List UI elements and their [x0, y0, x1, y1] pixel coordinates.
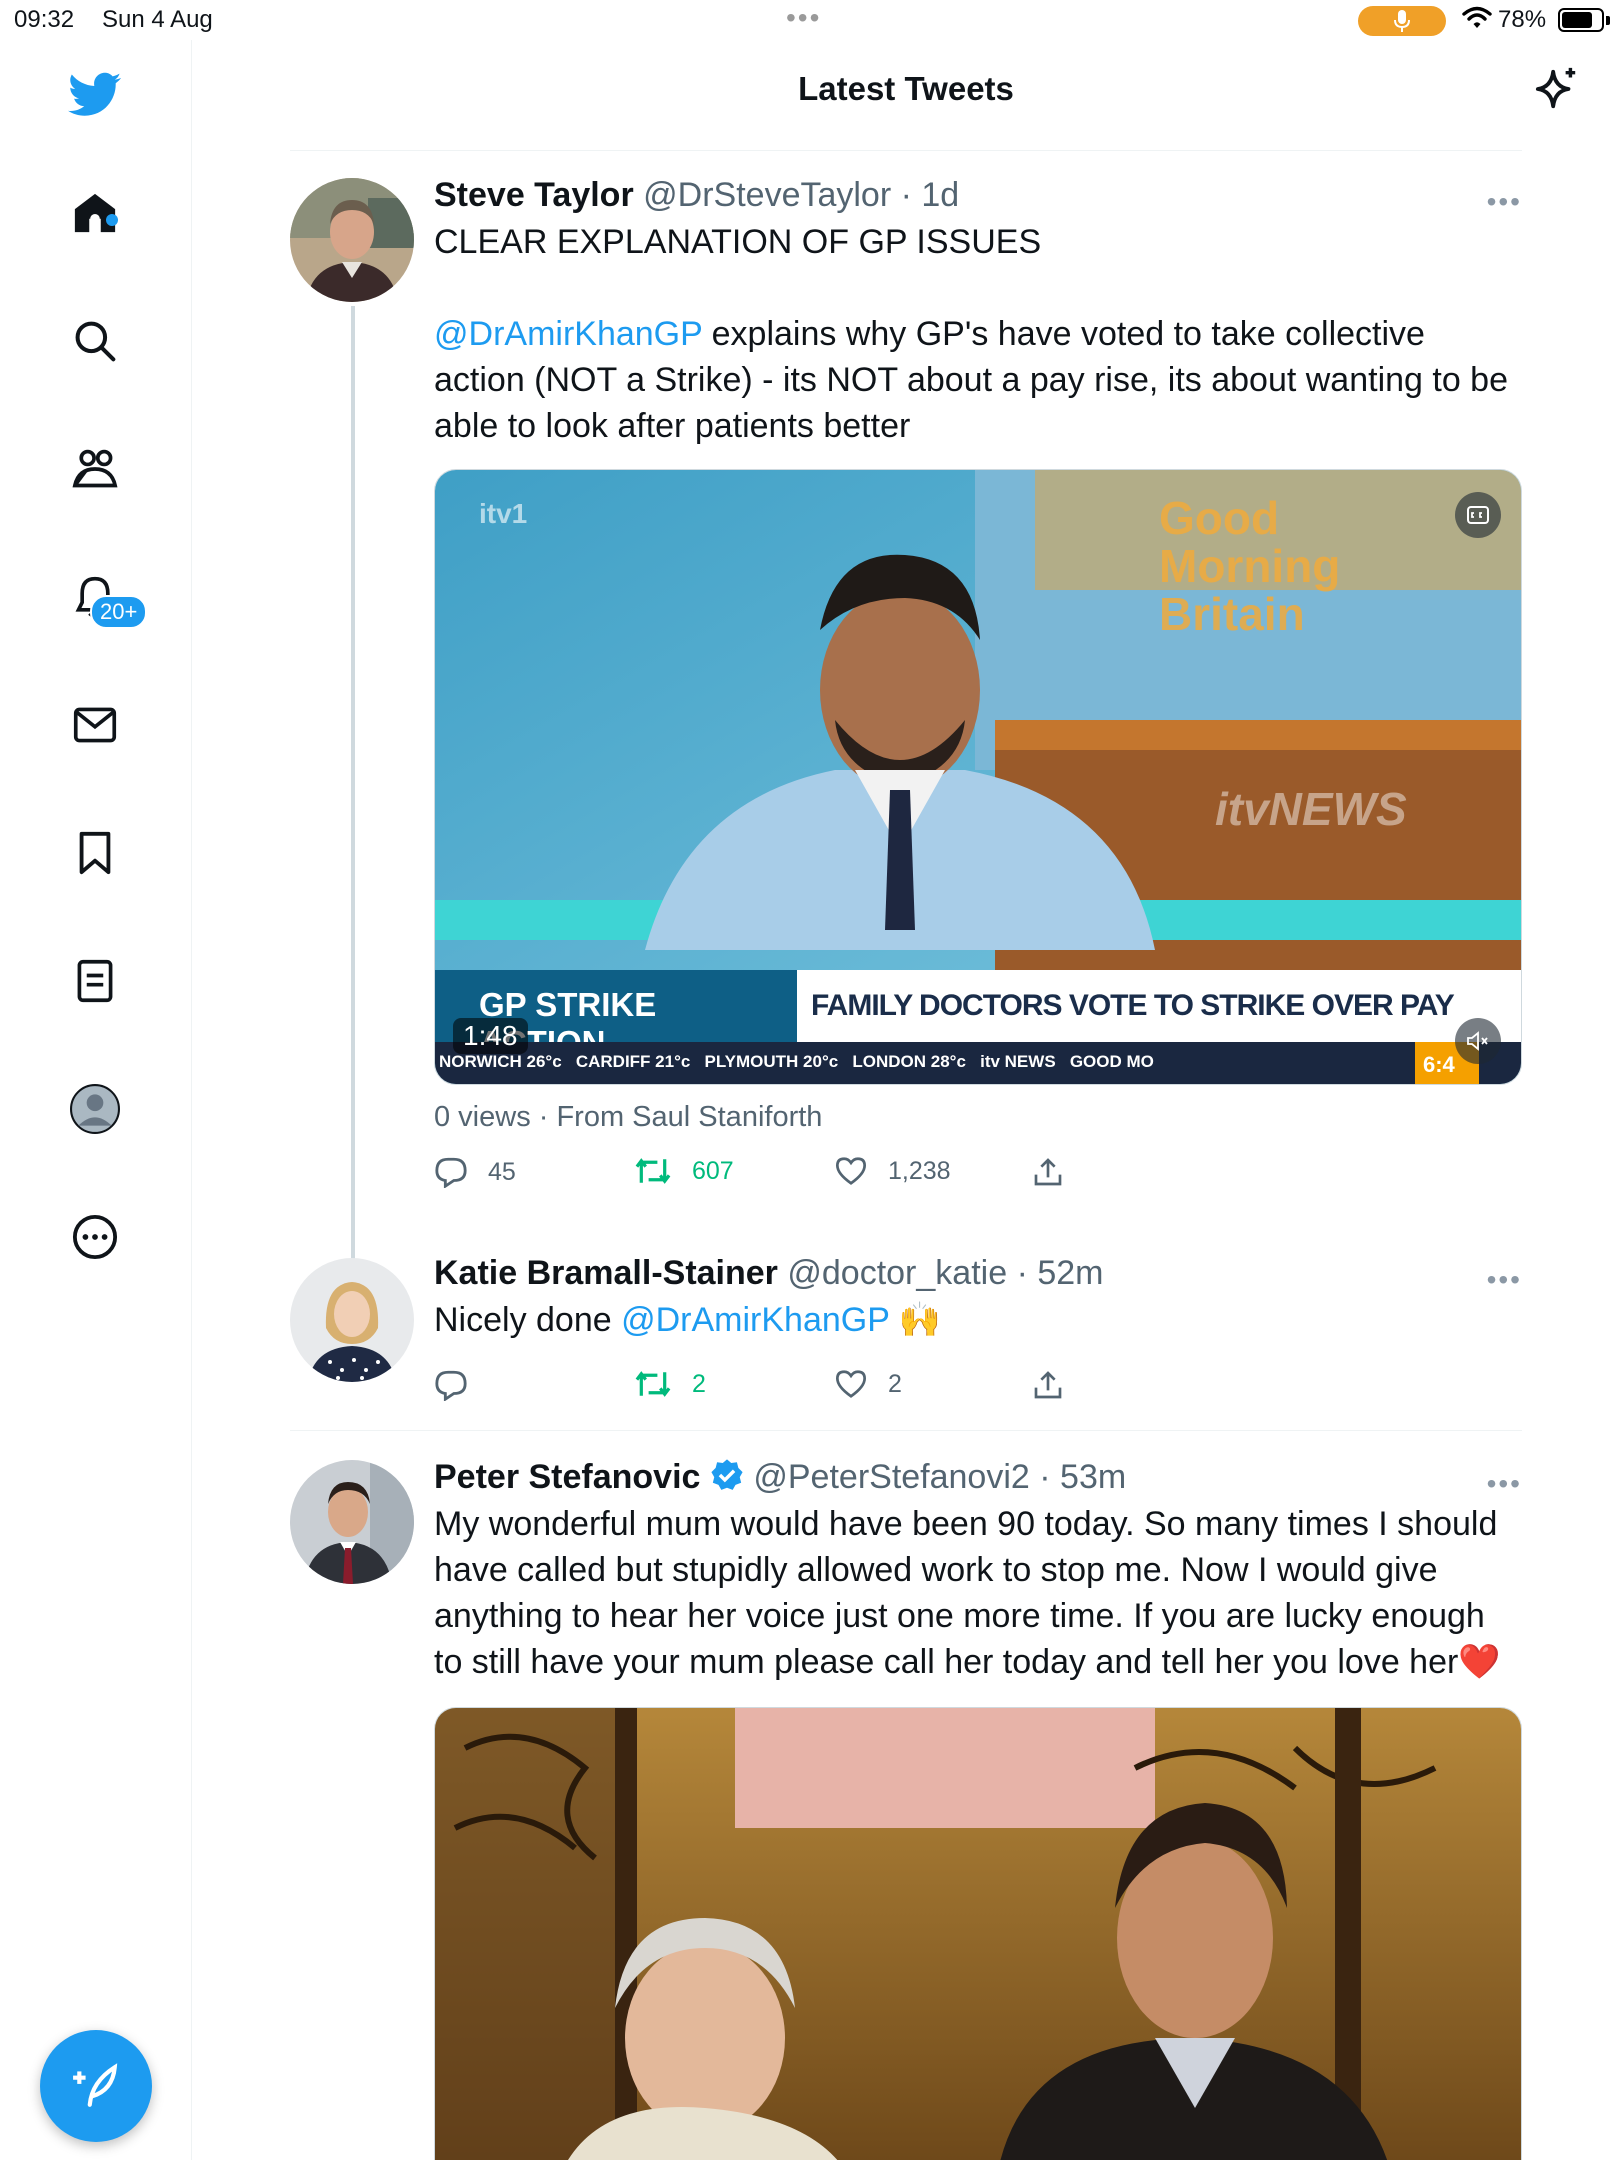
compose-button[interactable] — [40, 2030, 152, 2142]
ticker: NORWICH 26°c CARDIFF 21°c PLYMOUTH 20°c … — [435, 1042, 1521, 1084]
tweet-text: My wonderful mum would have been 90 toda… — [434, 1501, 1514, 1685]
mention-link[interactable]: @DrAmirKhanGP — [434, 315, 702, 353]
retweet-count: 2 — [692, 1369, 706, 1398]
like-count: 2 — [888, 1369, 902, 1398]
microphone-icon — [1394, 10, 1410, 32]
wifi-icon — [1462, 6, 1492, 37]
avatar[interactable] — [290, 178, 414, 302]
author-name[interactable]: Steve Taylor — [434, 176, 634, 214]
tweet-text: CLEAR EXPLANATION OF GP ISSUES @DrAmirKh… — [434, 219, 1522, 449]
verified-badge-icon — [711, 1459, 743, 1490]
author-handle[interactable]: @PeterStefanovi2 — [753, 1458, 1029, 1496]
microphone-indicator — [1358, 6, 1446, 36]
retweet-count: 607 — [692, 1156, 734, 1185]
retweet-button[interactable]: 2 — [634, 1369, 706, 1399]
video-player[interactable]: itv1 Good Morning Britain itvNEWS GP STR… — [434, 469, 1522, 1085]
reply-icon — [435, 1157, 467, 1188]
retweet-icon — [635, 1158, 671, 1184]
status-time: 09:32 — [14, 6, 75, 33]
like-button[interactable]: 1,238 — [834, 1156, 951, 1186]
more-options-icon[interactable]: ••• — [1487, 1264, 1522, 1296]
thread-line — [351, 306, 355, 1274]
tweet-text-body: My wonderful mum would have been 90 toda… — [434, 1505, 1498, 1681]
mute-icon[interactable] — [1455, 1018, 1501, 1064]
tweet-header: Steve Taylor @DrSteveTaylor · 1d — [434, 176, 1522, 215]
multitasking-dots-icon[interactable]: ••• — [786, 2, 821, 34]
twitter-logo-icon[interactable] — [66, 66, 124, 124]
compose-icon — [73, 2063, 118, 2107]
heart-icon — [835, 1370, 867, 1398]
ticker-text: NORWICH 26°c CARDIFF 21°c PLYMOUTH 20°c … — [439, 1052, 1154, 1071]
share-icon — [1034, 1371, 1062, 1399]
status-bar: 09:32 Sun 4 Aug ••• 78% — [0, 0, 1620, 40]
reply-button[interactable] — [434, 1369, 488, 1401]
mail-icon[interactable] — [66, 696, 124, 754]
tweet-time: · 1d — [900, 176, 960, 214]
mention-link[interactable]: @DrAmirKhanGP — [621, 1301, 889, 1339]
tweet-photo[interactable] — [434, 1707, 1522, 2160]
red-heart-emoji: ❤️ — [1458, 1643, 1501, 1681]
tweet-actions: 45 607 1,238 — [434, 1156, 1522, 1204]
battery-percent: 78% — [1498, 6, 1547, 33]
studio-logo: itvNEWS — [1215, 783, 1407, 835]
like-button[interactable]: 2 — [834, 1369, 902, 1399]
like-count: 1,238 — [888, 1156, 951, 1185]
tweet-text: Nicely done @DrAmirKhanGP 🙌 — [434, 1297, 1522, 1343]
tweet-text-line: CLEAR EXPLANATION OF GP ISSUES — [434, 223, 1042, 261]
home-icon[interactable] — [66, 184, 124, 242]
share-button[interactable] — [1032, 1156, 1064, 1188]
photo-content — [435, 1708, 1521, 2160]
share-button[interactable] — [1032, 1369, 1064, 1401]
share-icon — [1034, 1158, 1062, 1186]
channel-logo: itv1 — [479, 498, 528, 529]
show-logo: Good Morning Britain — [1159, 492, 1341, 640]
more-options-icon[interactable]: ••• — [1487, 186, 1522, 218]
retweet-button[interactable]: 607 — [634, 1156, 734, 1186]
author-handle[interactable]: @DrSteveTaylor — [643, 176, 891, 214]
author-name[interactable]: Peter Stefanovic — [434, 1458, 700, 1496]
status-date: Sun 4 Aug — [102, 6, 213, 33]
video-duration: 1:48 — [453, 1018, 528, 1054]
new-content-dot — [106, 214, 118, 226]
author-name[interactable]: Katie Bramall-Stainer — [434, 1254, 778, 1292]
raised-hands-emoji: 🙌 — [898, 1301, 942, 1339]
tweet-actions: 2 2 — [434, 1369, 1522, 1417]
tweet-meta: 0 views · From Saul Staniforth — [434, 1101, 823, 1133]
sparkle-icon[interactable] — [1534, 66, 1580, 117]
sidebar: 20+ — [0, 40, 192, 2160]
reply-button[interactable]: 45 — [434, 1156, 516, 1188]
tweet-time: · 53m — [1039, 1458, 1127, 1496]
more-options-icon[interactable]: ••• — [1487, 1468, 1522, 1500]
bookmark-icon[interactable] — [66, 824, 124, 882]
tweet-text-body: Nicely done — [434, 1301, 622, 1339]
captions-icon[interactable] — [1455, 492, 1501, 538]
avatar[interactable] — [290, 1258, 414, 1382]
heart-icon — [835, 1157, 867, 1185]
search-icon[interactable] — [66, 312, 124, 370]
communities-icon[interactable] — [66, 440, 124, 498]
tweet-divider — [290, 1430, 1522, 1431]
reply-icon — [435, 1370, 467, 1401]
profile-icon[interactable] — [66, 1080, 124, 1138]
author-handle[interactable]: @doctor_katie — [787, 1254, 1007, 1292]
more-icon[interactable] — [66, 1208, 124, 1266]
tweet-header: Katie Bramall-Stainer @doctor_katie · 52… — [434, 1254, 1522, 1293]
strap-right: FAMILY DOCTORS VOTE TO STRIKE OVER PAY — [797, 970, 1521, 1042]
tweet-header: Peter Stefanovic @PeterStefanovi2 · 53m — [434, 1458, 1522, 1497]
battery-icon — [1558, 8, 1604, 32]
news-strap: GP STRIKE ACTION FAMILY DOCTORS VOTE TO … — [435, 970, 1521, 1061]
tweet-time: · 52m — [1016, 1254, 1104, 1292]
reply-count: 45 — [488, 1157, 516, 1186]
lists-icon[interactable] — [66, 952, 124, 1010]
avatar[interactable] — [290, 1460, 414, 1584]
retweet-icon — [635, 1371, 671, 1397]
notifications-badge: 20+ — [90, 595, 148, 629]
header-divider — [290, 150, 1522, 151]
page-title: Latest Tweets — [798, 70, 1014, 107]
